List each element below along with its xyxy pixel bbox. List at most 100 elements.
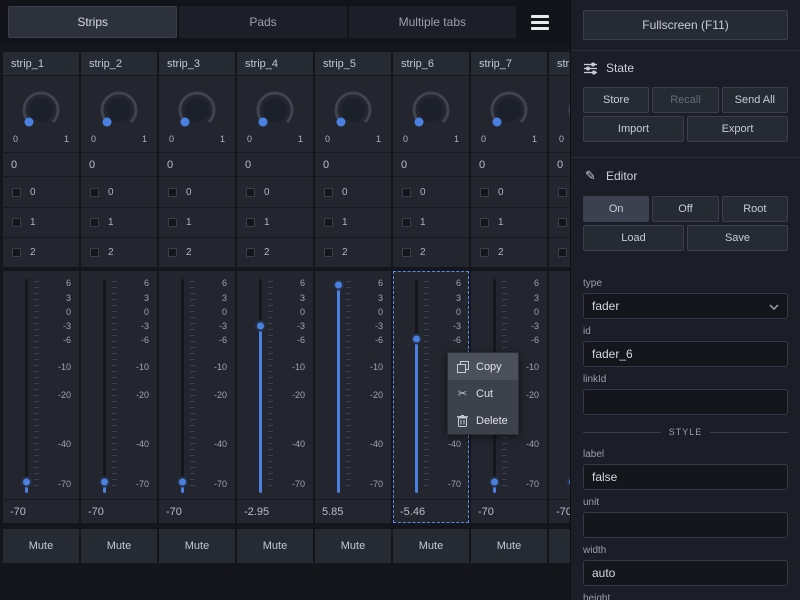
- menu-item-cut[interactable]: ✂ Cut: [448, 380, 518, 407]
- mute-button[interactable]: Mute: [315, 529, 391, 563]
- editor-on-button[interactable]: On: [583, 196, 649, 222]
- toggle-checkbox[interactable]: [558, 218, 567, 227]
- fader-handle[interactable]: [99, 477, 110, 488]
- fader-handle[interactable]: [333, 280, 344, 291]
- unit-input[interactable]: [583, 512, 788, 538]
- toggle-checkbox[interactable]: [558, 188, 567, 197]
- toggle-row[interactable]: 0: [393, 177, 469, 207]
- toggle-row[interactable]: 0: [549, 177, 570, 207]
- toggle-row[interactable]: 1: [549, 207, 570, 237]
- toggle-checkbox[interactable]: [246, 218, 255, 227]
- toggle-checkbox[interactable]: [324, 188, 333, 197]
- toggle-checkbox[interactable]: [246, 188, 255, 197]
- menu-icon[interactable]: [518, 6, 562, 38]
- toggle-row[interactable]: 0: [81, 177, 157, 207]
- toggle-checkbox[interactable]: [402, 248, 411, 257]
- toggle-checkbox[interactable]: [168, 248, 177, 257]
- toggle-row[interactable]: 0: [471, 177, 547, 207]
- fader-widget[interactable]: 630-3-6-10-20-40-70 -70: [3, 271, 79, 523]
- tab-strips[interactable]: Strips: [8, 6, 177, 38]
- import-button[interactable]: Import: [583, 116, 684, 142]
- strip-header[interactable]: strip_7: [471, 52, 547, 76]
- width-input[interactable]: [583, 560, 788, 586]
- toggle-row[interactable]: 0: [237, 177, 313, 207]
- toggle-checkbox[interactable]: [90, 188, 99, 197]
- toggle-row[interactable]: 2: [3, 237, 79, 267]
- mute-button[interactable]: Mute: [237, 529, 313, 563]
- fader-widget[interactable]: 630-3-6-10-20-40-70 -70: [159, 271, 235, 523]
- type-select[interactable]: fader: [583, 293, 788, 319]
- toggle-checkbox[interactable]: [558, 248, 567, 257]
- toggle-checkbox[interactable]: [402, 218, 411, 227]
- fader-handle[interactable]: [21, 477, 32, 488]
- store-button[interactable]: Store: [583, 87, 649, 113]
- toggle-checkbox[interactable]: [12, 188, 21, 197]
- toggle-row[interactable]: 2: [315, 237, 391, 267]
- mute-button[interactable]: Mute: [3, 529, 79, 563]
- toggle-checkbox[interactable]: [12, 218, 21, 227]
- id-input[interactable]: [583, 341, 788, 367]
- mute-button[interactable]: Mute: [549, 529, 570, 563]
- fader-widget[interactable]: 630-3-6-10-20-40-70 -70: [81, 271, 157, 523]
- toggle-checkbox[interactable]: [480, 248, 489, 257]
- fader-handle[interactable]: [489, 477, 500, 488]
- toggle-checkbox[interactable]: [402, 188, 411, 197]
- knob-widget[interactable]: 0 1: [3, 76, 79, 152]
- fader-widget[interactable]: 630-3-6-10-20-40-70 5.85: [315, 271, 391, 523]
- toggle-row[interactable]: 2: [81, 237, 157, 267]
- knob-widget[interactable]: 0 1: [471, 76, 547, 152]
- knob-widget[interactable]: 0 1: [159, 76, 235, 152]
- strip-header[interactable]: strip_2: [81, 52, 157, 76]
- toggle-checkbox[interactable]: [12, 248, 21, 257]
- toggle-row[interactable]: 1: [315, 207, 391, 237]
- toggle-checkbox[interactable]: [480, 218, 489, 227]
- fader-widget[interactable]: 630-3-6-10-20-40-70 -70: [549, 271, 570, 523]
- toggle-checkbox[interactable]: [168, 218, 177, 227]
- editor-save-button[interactable]: Save: [687, 225, 788, 251]
- fullscreen-button[interactable]: Fullscreen (F11): [583, 10, 788, 40]
- knob-widget[interactable]: 0 1: [81, 76, 157, 152]
- toggle-checkbox[interactable]: [324, 218, 333, 227]
- toggle-row[interactable]: 0: [159, 177, 235, 207]
- mute-button[interactable]: Mute: [471, 529, 547, 563]
- tab-pads[interactable]: Pads: [179, 6, 346, 38]
- toggle-row[interactable]: 2: [237, 237, 313, 267]
- toggle-row[interactable]: 1: [471, 207, 547, 237]
- menu-item-delete[interactable]: Delete: [448, 407, 518, 434]
- strip-header[interactable]: strip_1: [3, 52, 79, 76]
- mute-button[interactable]: Mute: [159, 529, 235, 563]
- toggle-row[interactable]: 1: [159, 207, 235, 237]
- toggle-row[interactable]: 1: [393, 207, 469, 237]
- knob-widget[interactable]: 0 1: [549, 76, 570, 152]
- toggle-row[interactable]: 1: [81, 207, 157, 237]
- toggle-row[interactable]: 0: [3, 177, 79, 207]
- fader-handle[interactable]: [177, 477, 188, 488]
- toggle-row[interactable]: 2: [471, 237, 547, 267]
- toggle-checkbox[interactable]: [168, 188, 177, 197]
- toggle-checkbox[interactable]: [246, 248, 255, 257]
- toggle-checkbox[interactable]: [480, 188, 489, 197]
- fader-handle[interactable]: [567, 477, 570, 488]
- knob-widget[interactable]: 0 1: [393, 76, 469, 152]
- mute-button[interactable]: Mute: [81, 529, 157, 563]
- toggle-row[interactable]: 0: [315, 177, 391, 207]
- knob-widget[interactable]: 0 1: [237, 76, 313, 152]
- toggle-checkbox[interactable]: [324, 248, 333, 257]
- strip-header[interactable]: strip_8: [549, 52, 570, 76]
- fader-widget[interactable]: 630-3-6-10-20-40-70 -2.95: [237, 271, 313, 523]
- fader-handle[interactable]: [411, 333, 422, 344]
- mute-button[interactable]: Mute: [393, 529, 469, 563]
- toggle-row[interactable]: 1: [3, 207, 79, 237]
- strip-header[interactable]: strip_3: [159, 52, 235, 76]
- fader-handle[interactable]: [255, 321, 266, 332]
- tab-multiple-tabs[interactable]: Multiple tabs: [349, 6, 516, 38]
- toggle-row[interactable]: 2: [393, 237, 469, 267]
- linkid-input[interactable]: [583, 389, 788, 415]
- toggle-row[interactable]: 1: [237, 207, 313, 237]
- send-all-button[interactable]: Send All: [722, 87, 788, 113]
- toggle-checkbox[interactable]: [90, 248, 99, 257]
- toggle-row[interactable]: 2: [549, 237, 570, 267]
- recall-button[interactable]: Recall: [652, 87, 718, 113]
- label-input[interactable]: [583, 464, 788, 490]
- strip-header[interactable]: strip_4: [237, 52, 313, 76]
